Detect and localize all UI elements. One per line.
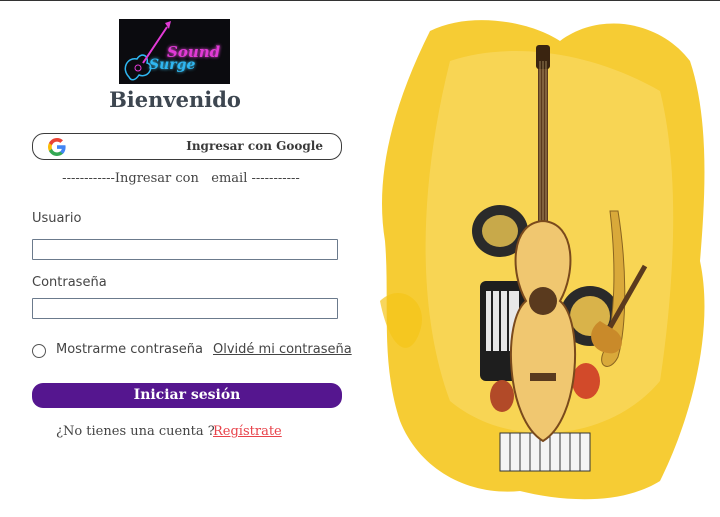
password-label: Contraseña (32, 275, 107, 290)
google-icon (48, 138, 66, 156)
google-login-button[interactable]: Ingresar con Google (32, 133, 342, 160)
page-title: Bienvenido (109, 87, 241, 112)
no-account-text: ¿No tienes una cuenta ? (56, 424, 215, 439)
sound-surge-logo: Sound Surge (119, 19, 230, 84)
email-divider: ------------Ingresar con email ---------… (62, 171, 300, 186)
username-label: Usuario (32, 211, 82, 226)
password-input[interactable] (32, 298, 338, 319)
google-login-label: Ingresar con Google (186, 139, 323, 153)
show-password-radio[interactable] (32, 344, 46, 358)
logo-text-surge: Surge (149, 57, 196, 73)
register-link[interactable]: Regístrate (213, 424, 282, 439)
guitar-illustration-icon (380, 20, 705, 500)
login-button[interactable]: Iniciar sesión (32, 383, 342, 408)
show-password-label[interactable]: Mostrarme contraseña (56, 342, 203, 357)
music-instruments-illustration (360, 1, 720, 513)
username-input[interactable] (32, 239, 338, 260)
forgot-password-link[interactable]: Olvidé mi contraseña (213, 342, 352, 357)
